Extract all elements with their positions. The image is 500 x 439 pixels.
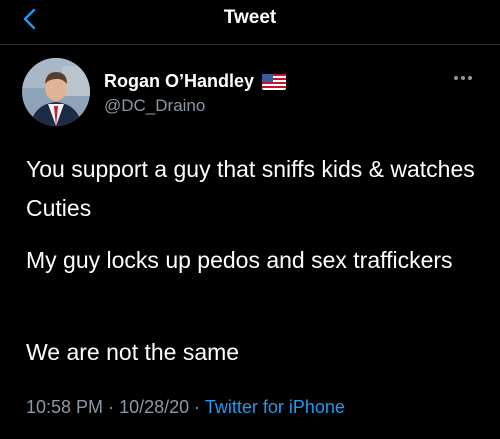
tweet-text-paragraph: We are not the same [26, 339, 240, 365]
page-title: Tweet [223, 7, 277, 28]
tweet-text-paragraph: My guy locks up pedos and sex trafficker… [26, 247, 453, 273]
tweet-date: 10/28/20 [119, 397, 190, 417]
author-name-row: Rogan O’Handley [104, 71, 287, 92]
separator-dot: · [108, 397, 115, 417]
us-flag-icon [262, 73, 287, 90]
more-options-button[interactable] [450, 70, 476, 86]
tweet-time: 10:58 PM [26, 397, 104, 417]
author-handle[interactable]: @DC_Draino [104, 96, 205, 116]
tweet-source-link[interactable]: Twitter for iPhone [205, 397, 345, 417]
separator-dot: · [194, 397, 201, 417]
tweet-metadata: 10:58 PM · 10/28/20 · Twitter for iPhone [26, 397, 345, 418]
tweet-text-paragraph: You support a guy that sniffs kids & wat… [26, 156, 475, 221]
more-horizontal-icon [454, 76, 472, 80]
avatar[interactable] [22, 58, 90, 126]
top-navigation-bar: Tweet [0, 0, 500, 45]
author-name[interactable]: Rogan O’Handley [104, 71, 254, 92]
